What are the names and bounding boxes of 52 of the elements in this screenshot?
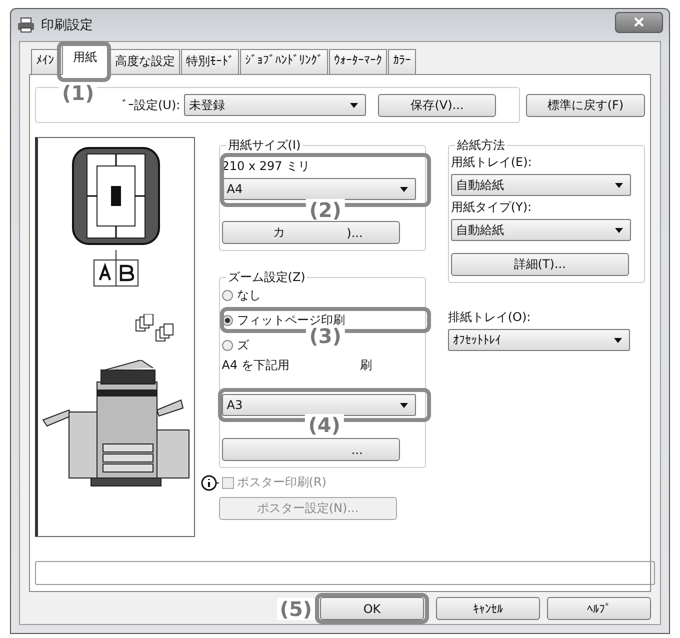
callout-number: (3)	[306, 325, 344, 347]
tab[interactable]: ｳｫｰﾀｰﾏｰｸ	[329, 49, 387, 74]
tab[interactable]: ｶﾗｰ	[388, 49, 416, 74]
button[interactable]: ｷｬﾝｾﾙ	[436, 597, 540, 620]
tab[interactable]: 高度な設定	[110, 49, 180, 74]
callout-number: (5)	[276, 598, 315, 620]
dropdown[interactable]: A4	[222, 178, 416, 200]
dropdown[interactable]: 未登録	[184, 94, 366, 116]
button[interactable]: ﾍﾙﾌﾟ	[547, 597, 651, 620]
info-icon	[200, 474, 219, 490]
field-label: ﾞｰ設定(U):	[122, 96, 180, 114]
group-title: ズーム設定(Z)	[226, 269, 306, 286]
callout-number: (2)	[306, 199, 344, 221]
dropdown[interactable]: 自動給紙	[450, 219, 631, 241]
dropdown[interactable]: A3	[222, 394, 416, 416]
callout-number: (4)	[305, 414, 344, 436]
dropdown[interactable]: ｵﾌｾｯﾄﾄﾚｲ	[448, 329, 630, 351]
tab[interactable]: ﾒｲﾝ	[31, 49, 59, 74]
dropdown[interactable]: 自動給紙	[450, 174, 631, 196]
custom-size-button[interactable]: カ )...	[222, 221, 400, 244]
dropdown-arrow-icon	[614, 228, 623, 232]
zoom-settings-button[interactable]: ...	[222, 438, 400, 461]
dropdown-arrow-icon	[400, 402, 408, 408]
close-button[interactable]	[615, 12, 663, 32]
dropdown-arrow-icon	[614, 338, 622, 342]
radio-label: フィットページ印刷	[236, 312, 345, 328]
window-title: 印刷設定	[41, 17, 93, 34]
radio-button[interactable]	[222, 290, 233, 300]
tab[interactable]: ｼﾞｮﾌﾞﾊﾝﾄﾞﾘﾝｸﾞ	[240, 49, 328, 74]
button[interactable]: OK	[320, 597, 424, 620]
button[interactable]: 標準に戻す(F)	[526, 94, 645, 116]
button[interactable]: 詳細(T)...	[450, 253, 629, 276]
group-title: 用紙サイズ(I)	[226, 137, 302, 154]
tab[interactable]: 特別ﾓｰﾄﾞ	[181, 49, 239, 74]
group-title: 給紙方法	[456, 137, 506, 154]
tab[interactable]: 用紙	[62, 45, 108, 75]
dropdown-arrow-icon	[350, 102, 358, 108]
field-label: 排紙トレイ(O):	[448, 309, 532, 326]
zoom-note: 刷	[360, 357, 372, 374]
zoom-note: A4 を下記用	[222, 357, 290, 374]
printer-icon	[17, 17, 35, 33]
checkbox-label: ポスター印刷(R)	[236, 474, 326, 491]
radio-button[interactable]	[222, 340, 233, 350]
close-icon	[634, 17, 644, 27]
radio-label: なし	[236, 286, 261, 304]
button[interactable]: 保存(V)...	[378, 94, 496, 116]
dropdown-arrow-icon	[400, 186, 408, 192]
field-label: 用紙トレイ(E):	[450, 154, 533, 171]
dropdown-arrow-icon	[614, 182, 623, 188]
callout-number: (1)	[59, 82, 98, 104]
field-label: 用紙タイプ(Y):	[450, 199, 533, 216]
radio-label: ズ	[236, 336, 249, 354]
